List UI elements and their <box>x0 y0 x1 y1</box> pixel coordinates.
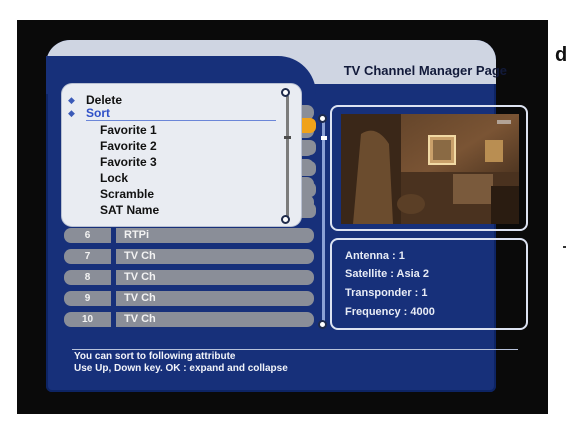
menu-scroll-thumb[interactable] <box>284 136 291 139</box>
channel-row[interactable]: 9 TV Ch <box>64 291 314 306</box>
sort-option-favorite-3[interactable]: Favorite 3 <box>100 155 157 169</box>
channel-row[interactable]: 10 TV Ch <box>64 312 314 327</box>
divider <box>72 349 518 350</box>
sort-option-favorite-1[interactable]: Favorite 1 <box>100 123 157 137</box>
channel-name: TV Ch <box>116 270 314 285</box>
channel-number: 8 <box>64 270 111 285</box>
menu-scrollbar[interactable] <box>286 96 289 218</box>
bullet-icon: ◆ <box>68 108 75 118</box>
room-scene-image <box>341 114 519 224</box>
channel-number: 6 <box>64 228 111 243</box>
video-preview <box>341 114 519 224</box>
channel-row[interactable]: 7 TV Ch <box>64 249 314 264</box>
transponder-info: Transponder : 1 <box>345 287 428 299</box>
channel-number: 9 <box>64 291 111 306</box>
frequency-info: Frequency : 4000 <box>345 306 435 318</box>
channel-row[interactable]: 8 TV Ch <box>64 270 314 285</box>
sort-option-sat-name[interactable]: SAT Name <box>100 203 159 217</box>
edge-mark <box>563 246 566 248</box>
help-text: You can sort to following attribute Use … <box>74 351 288 375</box>
satellite-info: Satellite : Asia 2 <box>345 268 429 280</box>
menu-item-sort[interactable]: Sort <box>86 106 110 120</box>
help-line-2: Use Up, Down key. OK : expand and collap… <box>74 363 288 374</box>
menu-scroll-top-icon[interactable] <box>281 88 290 97</box>
list-scrollbar[interactable] <box>322 120 325 322</box>
page-title: TV Channel Manager Page <box>343 63 507 78</box>
help-line-1: You can sort to following attribute <box>74 351 236 362</box>
list-scroll-bottom-icon[interactable] <box>318 320 327 329</box>
channel-name: TV Ch <box>116 312 314 327</box>
bullet-icon: ◆ <box>68 95 75 105</box>
list-scroll-top-icon[interactable] <box>318 114 327 123</box>
channel-row[interactable]: 6 RTPi <box>64 228 314 243</box>
selection-underline <box>86 120 276 121</box>
channel-name: TV Ch <box>116 249 314 264</box>
list-scroll-thumb[interactable] <box>321 136 327 140</box>
sort-option-scramble[interactable]: Scramble <box>100 187 154 201</box>
menu-item-delete[interactable]: Delete <box>86 93 122 107</box>
sort-option-lock[interactable]: Lock <box>100 171 128 185</box>
channel-name: RTPi <box>116 228 314 243</box>
edge-text: d <box>555 44 568 66</box>
channel-number: 10 <box>64 312 111 327</box>
channel-number: 7 <box>64 249 111 264</box>
antenna-info: Antenna : 1 <box>345 250 405 262</box>
sort-option-favorite-2[interactable]: Favorite 2 <box>100 139 157 153</box>
sort-menu-panel: ◆ Delete ◆ Sort Favorite 1 Favorite 2 Fa… <box>62 84 301 226</box>
menu-scroll-bottom-icon[interactable] <box>281 215 290 224</box>
channel-name: TV Ch <box>116 291 314 306</box>
